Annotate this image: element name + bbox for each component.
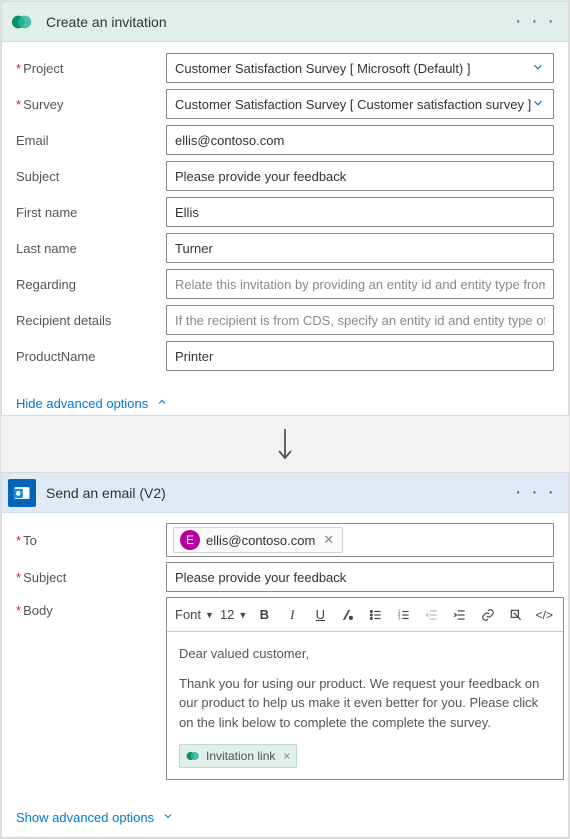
email-subject-input[interactable] <box>166 562 554 592</box>
remove-recipient-icon[interactable]: ✕ <box>321 532 336 548</box>
project-select[interactable]: Customer Satisfaction Survey [ Microsoft… <box>166 53 554 83</box>
editor-toolbar: Font▼ 12▼ B I U 123 </> <box>167 598 563 632</box>
body-label: Body <box>23 603 53 618</box>
recipient-chip[interactable]: E ellis@contoso.com ✕ <box>173 527 343 553</box>
create-invitation-title: Create an invitation <box>46 14 509 30</box>
outlook-icon <box>8 479 36 507</box>
clear-format-button[interactable] <box>505 604 527 626</box>
chevron-down-icon <box>531 96 545 113</box>
firstname-label: First name <box>16 205 77 220</box>
send-email-title: Send an email (V2) <box>46 485 509 501</box>
email-label: Email <box>16 133 49 148</box>
email-input[interactable] <box>166 125 554 155</box>
code-view-button[interactable]: </> <box>533 604 555 626</box>
survey-select[interactable]: Customer Satisfaction Survey [ Customer … <box>166 89 554 119</box>
hide-advanced-options-toggle[interactable]: Hide advanced options <box>2 390 168 415</box>
to-label: To <box>23 533 37 548</box>
arrow-down-icon <box>275 427 295 461</box>
chevron-up-icon <box>156 396 168 411</box>
outdent-button[interactable] <box>421 604 443 626</box>
recipient-email: ellis@contoso.com <box>206 533 315 548</box>
to-field[interactable]: E ellis@contoso.com ✕ <box>166 523 554 557</box>
chevron-down-icon <box>531 60 545 77</box>
editor-content[interactable]: Dear valued customer, Thank you for usin… <box>167 632 563 779</box>
send-email-header[interactable]: Send an email (V2) · · · <box>2 473 568 513</box>
lastname-label: Last name <box>16 241 77 256</box>
chevron-down-icon <box>162 810 174 825</box>
bullet-list-button[interactable] <box>365 604 387 626</box>
format-button[interactable] <box>337 604 359 626</box>
lastname-input[interactable] <box>166 233 554 263</box>
email-subject-label: Subject <box>23 570 66 585</box>
body-greeting: Dear valued customer, <box>179 644 551 664</box>
invitation-link-token[interactable]: Invitation link × <box>179 744 297 768</box>
avatar: E <box>180 530 200 550</box>
indent-button[interactable] <box>449 604 471 626</box>
subject-input[interactable] <box>166 161 554 191</box>
font-family-dropdown[interactable]: Font▼ <box>175 607 214 622</box>
body-editor[interactable]: Font▼ 12▼ B I U 123 </> <box>166 597 564 780</box>
customer-voice-icon <box>8 8 36 36</box>
regarding-label: Regarding <box>16 277 76 292</box>
underline-button[interactable]: U <box>309 604 331 626</box>
project-label: Project <box>23 61 63 76</box>
create-invitation-header[interactable]: Create an invitation · · · <box>2 2 568 42</box>
firstname-input[interactable] <box>166 197 554 227</box>
card-menu-button[interactable]: · · · <box>509 10 562 33</box>
subject-label: Subject <box>16 169 59 184</box>
flow-connector <box>1 416 569 472</box>
body-paragraph: Thank you for using our product. We requ… <box>179 674 551 733</box>
numbered-list-button[interactable]: 123 <box>393 604 415 626</box>
recipient-details-input[interactable] <box>166 305 554 335</box>
font-size-dropdown[interactable]: 12▼ <box>220 607 247 622</box>
show-advanced-options-toggle[interactable]: Show advanced options <box>2 798 174 837</box>
link-button[interactable] <box>477 604 499 626</box>
recipient-details-label: Recipient details <box>16 313 111 328</box>
survey-label: Survey <box>23 97 63 112</box>
card-menu-button[interactable]: · · · <box>509 481 562 504</box>
customer-voice-icon <box>186 749 200 763</box>
italic-button[interactable]: I <box>281 604 303 626</box>
svg-text:3: 3 <box>398 615 401 620</box>
productname-label: ProductName <box>16 349 95 364</box>
remove-token-icon[interactable]: × <box>283 747 290 765</box>
bold-button[interactable]: B <box>253 604 275 626</box>
productname-input[interactable] <box>166 341 554 371</box>
regarding-input[interactable] <box>166 269 554 299</box>
